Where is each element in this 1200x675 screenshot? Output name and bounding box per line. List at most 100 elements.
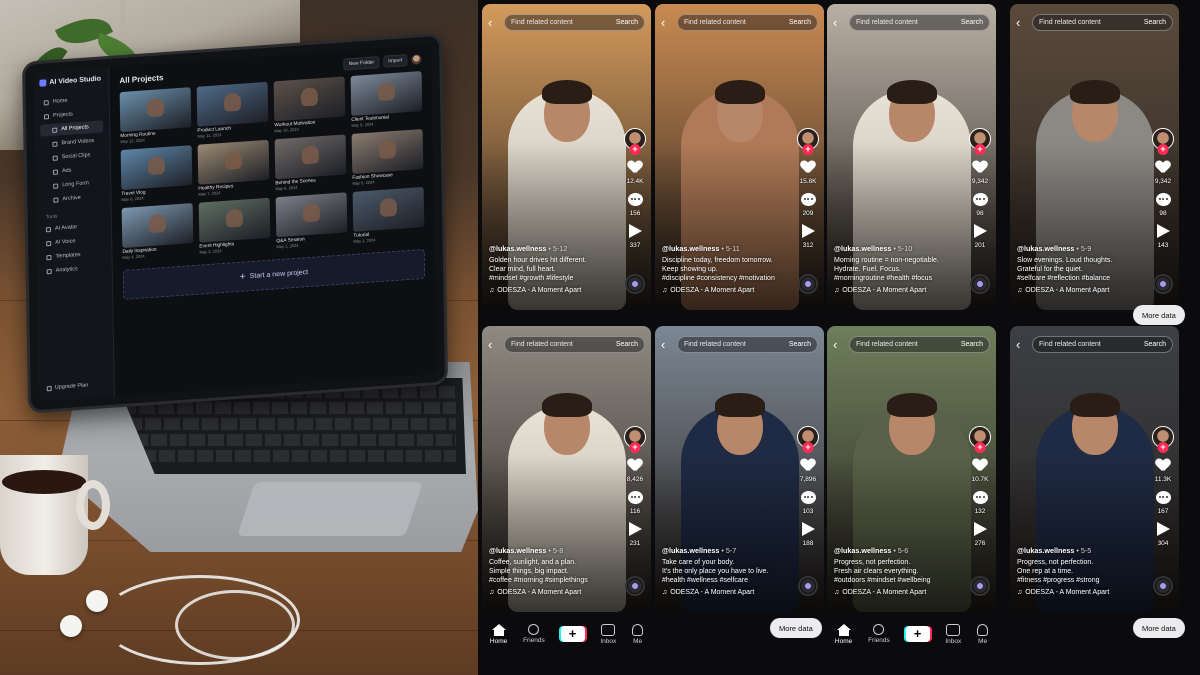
creator-avatar[interactable]: + <box>624 426 646 453</box>
like-icon-button[interactable] <box>1154 159 1172 175</box>
search-input[interactable]: Find related content Search <box>849 14 990 31</box>
like-icon-button[interactable] <box>626 159 644 175</box>
search-input[interactable]: Find related content Search <box>677 14 818 31</box>
project-card[interactable]: Workout Motivation May 10, 2024 <box>273 76 346 133</box>
post-hashtags[interactable]: #morningroutine #health #focus <box>834 274 966 283</box>
creator-avatar[interactable]: + <box>969 128 991 155</box>
more-data-button[interactable]: More data <box>1133 618 1185 638</box>
music-credit[interactable]: ♫ ODESZA - A Moment Apart <box>834 286 966 295</box>
like-icon-button[interactable] <box>1154 457 1172 473</box>
nav-inbox[interactable]: Inbox <box>600 623 616 645</box>
music-disc-icon[interactable] <box>798 274 818 294</box>
share-icon-button[interactable] <box>799 521 817 537</box>
project-card[interactable]: Behind the Scenes May 6, 2024 <box>274 134 347 191</box>
follow-plus-icon[interactable]: + <box>629 442 641 453</box>
music-credit[interactable]: ♫ ODESZA - A Moment Apart <box>489 588 621 597</box>
comment-icon-button[interactable] <box>1154 489 1172 505</box>
post-handle[interactable]: @lukas.wellness <box>834 546 891 555</box>
back-chevron-icon[interactable]: ‹ <box>661 16 671 29</box>
project-card[interactable]: Healthy Recipes May 7, 2024 <box>197 139 270 197</box>
back-chevron-icon[interactable]: ‹ <box>833 16 843 29</box>
creator-avatar[interactable]: + <box>969 426 991 453</box>
nav-friends[interactable]: Friends <box>523 624 545 644</box>
post-handle[interactable]: @lukas.wellness <box>1017 546 1074 555</box>
music-credit[interactable]: ♫ ODESZA - A Moment Apart <box>489 286 621 295</box>
music-disc-icon[interactable] <box>1153 576 1173 596</box>
post-handle[interactable]: @lukas.wellness <box>662 244 719 253</box>
music-disc-icon[interactable] <box>970 576 990 596</box>
follow-plus-icon[interactable]: + <box>1157 442 1169 453</box>
search-button[interactable]: Search <box>616 19 638 26</box>
nav-home[interactable]: Home <box>490 623 507 645</box>
new-folder-button[interactable]: New Folder <box>343 56 380 71</box>
search-button[interactable]: Search <box>961 341 983 348</box>
project-card[interactable]: Tutorial May 1, 2024 <box>352 186 425 244</box>
share-icon-button[interactable] <box>626 223 644 239</box>
like-icon-button[interactable] <box>971 159 989 175</box>
back-chevron-icon[interactable]: ‹ <box>488 338 498 351</box>
follow-plus-icon[interactable]: + <box>1157 144 1169 155</box>
comment-icon-button[interactable] <box>626 489 644 505</box>
search-button[interactable]: Search <box>616 341 638 348</box>
post-hashtags[interactable]: #mindset #growth #lifestyle <box>489 274 621 283</box>
comment-icon-button[interactable] <box>626 191 644 207</box>
music-disc-icon[interactable] <box>970 274 990 294</box>
post-handle[interactable]: @lukas.wellness <box>489 244 546 253</box>
post-hashtags[interactable]: #discipline #consistency #motivation <box>662 274 794 283</box>
search-button[interactable]: Search <box>1144 19 1166 26</box>
creator-avatar[interactable]: + <box>1152 128 1174 155</box>
project-card[interactable]: Client Testimonial May 9, 2024 <box>350 71 423 128</box>
share-icon-button[interactable] <box>1154 223 1172 239</box>
follow-plus-icon[interactable]: + <box>974 144 986 155</box>
upgrade-plan-link[interactable]: Upgrade Plan <box>46 382 88 391</box>
nav-friends[interactable]: Friends <box>868 624 890 644</box>
project-card[interactable]: Product Launch May 11, 2024 <box>196 81 269 139</box>
search-input[interactable]: Find related content Search <box>504 336 645 353</box>
post-hashtags[interactable]: #health #wellness #selfcare <box>662 576 794 585</box>
like-icon-button[interactable] <box>799 159 817 175</box>
follow-plus-icon[interactable]: + <box>802 442 814 453</box>
nav-home[interactable]: Home <box>835 623 852 645</box>
more-data-button[interactable]: More data <box>770 618 822 638</box>
post-handle[interactable]: @lukas.wellness <box>834 244 891 253</box>
music-disc-icon[interactable] <box>625 576 645 596</box>
back-chevron-icon[interactable]: ‹ <box>1016 338 1026 351</box>
search-input[interactable]: Find related content Search <box>504 14 645 31</box>
music-credit[interactable]: ♫ ODESZA - A Moment Apart <box>662 588 794 597</box>
project-card[interactable]: Q&A Session May 2, 2024 <box>275 192 348 249</box>
search-button[interactable]: Search <box>1144 341 1166 348</box>
follow-plus-icon[interactable]: + <box>974 442 986 453</box>
music-credit[interactable]: ♫ ODESZA - A Moment Apart <box>1017 588 1149 597</box>
comment-icon-button[interactable] <box>1154 191 1172 207</box>
follow-plus-icon[interactable]: + <box>802 144 814 155</box>
project-card[interactable]: Daily Inspiration May 4, 2024 <box>121 203 194 260</box>
project-card[interactable]: Morning Routine May 12, 2024 <box>119 87 192 144</box>
comment-icon-button[interactable] <box>971 489 989 505</box>
comment-icon-button[interactable] <box>799 489 817 505</box>
nav-me[interactable]: Me <box>977 623 989 645</box>
search-input[interactable]: Find related content Search <box>677 336 818 353</box>
like-icon-button[interactable] <box>626 457 644 473</box>
nav-me[interactable]: Me <box>632 623 644 645</box>
creator-avatar[interactable]: + <box>797 128 819 155</box>
post-hashtags[interactable]: #fitness #progress #strong <box>1017 576 1149 585</box>
search-button[interactable]: Search <box>961 19 983 26</box>
share-icon-button[interactable] <box>626 521 644 537</box>
follow-plus-icon[interactable]: + <box>629 144 641 155</box>
search-button[interactable]: Search <box>789 341 811 348</box>
sidebar-item[interactable]: Archive <box>41 190 104 206</box>
post-hashtags[interactable]: #selfcare #reflection #balance <box>1017 274 1149 283</box>
post-hashtags[interactable]: #outdoors #mindset #wellbeing <box>834 576 966 585</box>
search-input[interactable]: Find related content Search <box>1032 336 1173 353</box>
music-credit[interactable]: ♫ ODESZA - A Moment Apart <box>834 588 966 597</box>
back-chevron-icon[interactable]: ‹ <box>833 338 843 351</box>
nav-inbox[interactable]: Inbox <box>945 623 961 645</box>
project-card[interactable]: Event Highlights May 3, 2024 <box>198 197 271 255</box>
share-icon-button[interactable] <box>799 223 817 239</box>
nav-create[interactable]: + <box>560 626 585 642</box>
music-disc-icon[interactable] <box>798 576 818 596</box>
like-icon-button[interactable] <box>971 457 989 473</box>
music-credit[interactable]: ♫ ODESZA - A Moment Apart <box>1017 286 1149 295</box>
post-handle[interactable]: @lukas.wellness <box>489 546 546 555</box>
more-data-button[interactable]: More data <box>1133 305 1185 325</box>
